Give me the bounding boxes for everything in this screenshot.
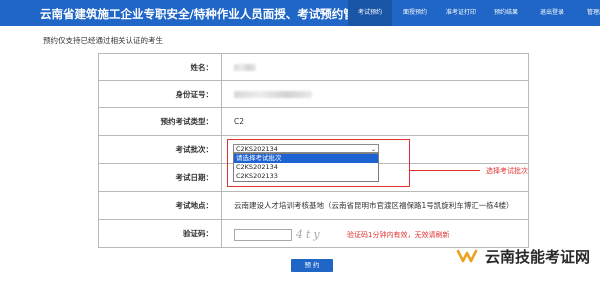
exam-type-label: 预约考试类型：	[98, 107, 222, 136]
blurred-name	[234, 64, 256, 71]
annotation-line	[410, 170, 480, 171]
nav-booking-result[interactable]: 预约结果	[484, 0, 528, 26]
blurred-id-number	[234, 91, 312, 98]
date-label: 考试日期：	[98, 163, 222, 192]
captcha-image[interactable]: 4ty	[296, 227, 342, 242]
nav-home[interactable]: 首页	[302, 0, 348, 26]
batch-hint: 选择考试批次	[486, 167, 528, 175]
exam-type-value: C2	[221, 107, 529, 136]
nav-logout[interactable]: 退出登录	[528, 0, 576, 26]
captcha-hint: 验证码1分钟内有效，无效请刷新	[347, 231, 450, 239]
id-label: 身份证号：	[98, 80, 222, 108]
id-value	[221, 80, 529, 108]
nav-admission-print[interactable]: 准考证打印	[438, 0, 484, 26]
nav-lecture-booking[interactable]: 面授预约	[392, 0, 438, 26]
submit-button[interactable]: 预 约	[291, 259, 333, 272]
location-label: 考试地点：	[98, 191, 222, 220]
watermark: 云南技能考证网	[455, 244, 590, 268]
top-header: 云南省建筑施工企业专职安全/特种作业人员面授、考试预约管理系统 首页 考试预约 …	[0, 0, 600, 26]
captcha-input[interactable]	[234, 229, 292, 241]
batch-label: 考试批次：	[98, 135, 222, 164]
notice-text: 预约仅支持已经通过相关认证的考生	[43, 36, 163, 45]
location-value: 云南建设人才培训考核基地（云南省昆明市官渡区福保路1号凯旋利车博汇一栋4楼）	[221, 191, 529, 220]
main-nav: 首页 考试预约 面授预约 准考证打印 预约结果 退出登录 管理后台	[302, 0, 600, 26]
name-value	[221, 53, 529, 81]
name-label: 姓名：	[98, 53, 222, 81]
highlight-box	[227, 139, 410, 187]
captcha-label: 验证码：	[98, 219, 222, 248]
watermark-text: 云南技能考证网	[485, 247, 591, 266]
nav-admin[interactable]: 管理后台	[576, 0, 600, 26]
wechat-channel-icon	[456, 249, 478, 263]
nav-exam-booking[interactable]: 考试预约	[348, 0, 392, 26]
